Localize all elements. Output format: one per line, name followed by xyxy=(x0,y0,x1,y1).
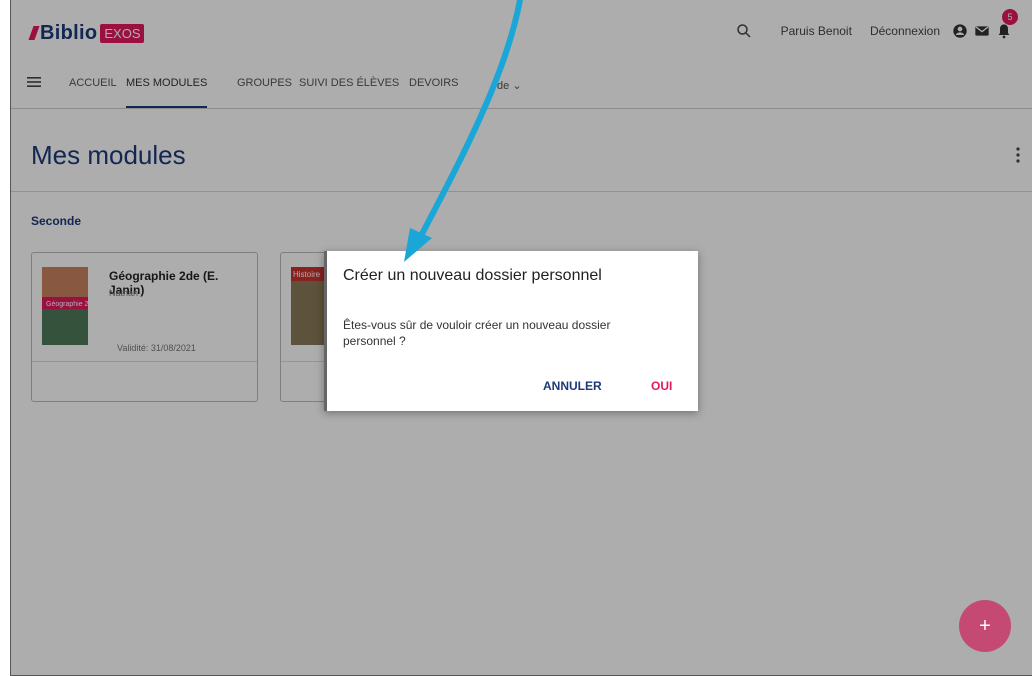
app-frame: Biblio EXOS Paruis Benoit Déconnexion 5 … xyxy=(10,0,1032,676)
cancel-button[interactable]: ANNULER xyxy=(543,379,602,393)
dialog-message: Êtes-vous sûr de vouloir créer un nouvea… xyxy=(343,318,611,348)
dialog-title: Créer un nouveau dossier personnel xyxy=(343,267,602,284)
confirm-button[interactable]: OUI xyxy=(651,379,672,393)
add-button[interactable]: + xyxy=(959,600,1011,652)
create-folder-dialog: Créer un nouveau dossier personnel Êtes-… xyxy=(324,251,698,411)
